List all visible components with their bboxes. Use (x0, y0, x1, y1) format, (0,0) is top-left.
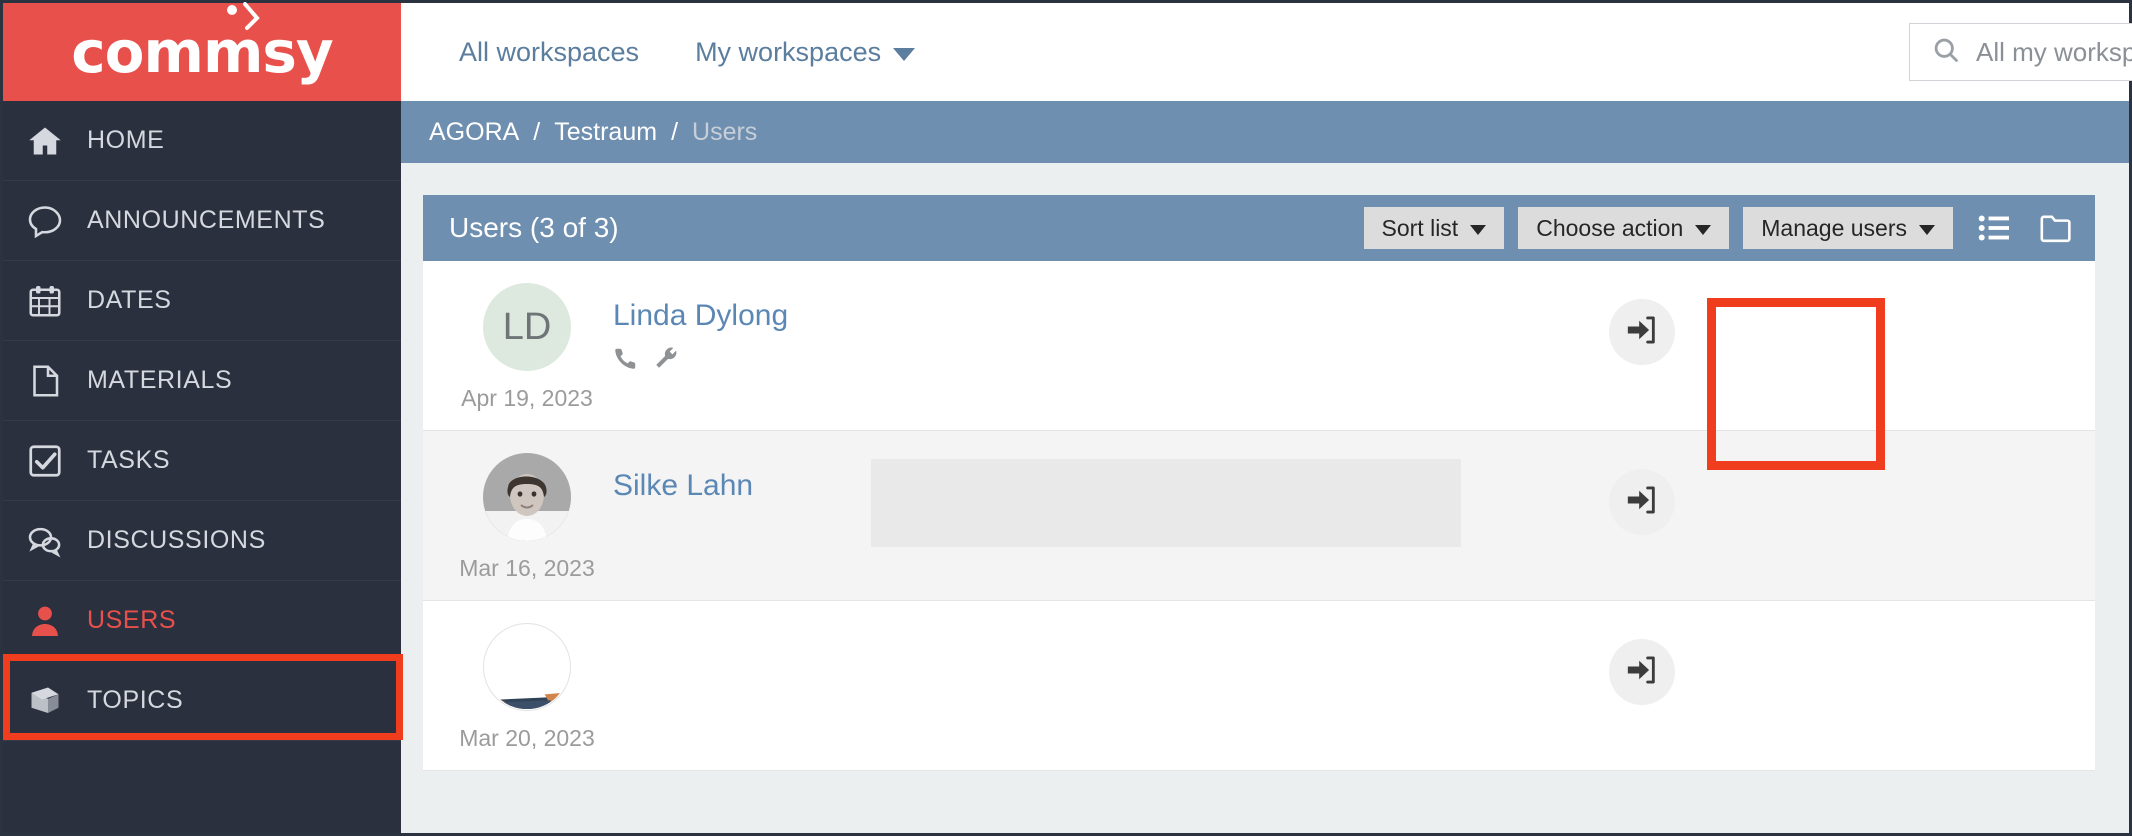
content-area: Users (3 of 3) Sort list Choose action M… (401, 163, 2129, 833)
sidebar-item-dates[interactable]: DATES (3, 261, 401, 341)
nav-my-workspaces-label: My workspaces (695, 36, 882, 67)
search-input[interactable]: All my workspaces (1909, 23, 2132, 81)
enter-room-button[interactable] (1609, 299, 1675, 365)
top-navbar: All workspaces My workspaces All my work… (401, 3, 2132, 101)
chevron-down-icon (893, 47, 916, 61)
brand-header[interactable]: commsy (3, 2, 401, 101)
user-name-link[interactable]: Linda Dylong (613, 299, 788, 333)
sidebar-item-label: HOME (87, 126, 165, 154)
search-icon (1932, 36, 1960, 69)
discussions-icon (25, 521, 65, 561)
user-action-cell (1535, 623, 2095, 705)
calendar-icon (25, 281, 65, 321)
sidebar-item-home[interactable]: HOME (3, 101, 401, 181)
sidebar-item-topics[interactable]: TOPICS (3, 661, 401, 741)
logo-text: commsy (71, 18, 333, 86)
user-contact-icons (613, 345, 1535, 376)
avatar[interactable] (483, 623, 571, 711)
sidebar: commsy HOME ANNOUNCEMENTS DATES MATERIAL… (3, 2, 401, 833)
sidebar-item-announcements[interactable]: ANNOUNCEMENTS (3, 181, 401, 261)
enter-room-button[interactable] (1609, 639, 1675, 705)
speech-bubble-icon (25, 201, 65, 241)
sort-list-button[interactable]: Sort list (1363, 207, 1505, 249)
home-icon (25, 121, 65, 161)
sidebar-item-label: MATERIALS (87, 366, 233, 394)
manage-users-button[interactable]: Manage users (1743, 207, 1953, 249)
breadcrumb-item-users: Users (692, 117, 758, 146)
sidebar-item-users[interactable]: USERS (3, 581, 401, 661)
user-name-link[interactable]: Silke Lahn (613, 469, 753, 503)
user-avatar-cell: Mar 16, 2023 (423, 453, 613, 582)
book-icon (25, 681, 65, 721)
breadcrumb-item-agora[interactable]: AGORA (429, 118, 519, 147)
sidebar-item-label: ANNOUNCEMENTS (87, 206, 326, 234)
sidebar-nav: HOME ANNOUNCEMENTS DATES MATERIALS TASKS… (3, 101, 401, 833)
table-row[interactable]: Mar 20, 2023 (423, 601, 2095, 771)
avatar[interactable] (483, 453, 571, 541)
sidebar-item-tasks[interactable]: TASKS (3, 421, 401, 501)
sidebar-item-label: USERS (87, 606, 177, 634)
breadcrumb-separator: / (533, 117, 541, 146)
breadcrumb-item-testraum[interactable]: Testraum (554, 118, 657, 147)
users-panel-header: Users (3 of 3) Sort list Choose action M… (423, 195, 2095, 261)
user-action-cell (1535, 283, 2095, 365)
phone-icon (613, 345, 639, 376)
sign-in-icon (1625, 313, 1659, 352)
sign-in-icon (1625, 653, 1659, 692)
chevron-down-icon (1695, 224, 1712, 235)
commsy-app-window: commsy HOME ANNOUNCEMENTS DATES MATERIAL… (0, 0, 2132, 836)
user-info-cell (613, 623, 1535, 657)
search-placeholder: All my workspaces (1976, 36, 2132, 67)
user-info-cell: Linda Dylong (613, 283, 1535, 376)
manage-users-label: Manage users (1761, 214, 1907, 241)
user-date: Apr 19, 2023 (461, 385, 593, 411)
sidebar-item-label: TASKS (87, 446, 171, 474)
breadcrumb-separator: / (671, 117, 679, 146)
page-title: Users (3 of 3) (449, 212, 619, 243)
avatar[interactable]: LD (483, 283, 571, 371)
main-area: All workspaces My workspaces All my work… (401, 3, 2132, 833)
chevron-down-icon (1919, 224, 1935, 235)
sidebar-item-label: DATES (87, 286, 172, 314)
users-panel: Users (3 of 3) Sort list Choose action M… (423, 195, 2095, 771)
user-info-cell: Silke Lahn (613, 453, 1535, 547)
user-action-cell (1535, 453, 2095, 535)
sidebar-item-label: DISCUSSIONS (87, 526, 266, 554)
chevron-down-icon (1470, 224, 1487, 235)
document-icon (25, 361, 65, 401)
user-icon (25, 601, 65, 641)
user-date: Mar 16, 2023 (459, 555, 595, 581)
redacted-block (871, 459, 1461, 547)
sign-in-icon (1625, 483, 1659, 522)
choose-action-button[interactable]: Choose action (1518, 207, 1730, 249)
nav-all-workspaces[interactable]: All workspaces (431, 37, 667, 68)
sidebar-item-label: TOPICS (87, 686, 184, 714)
commsy-logo: commsy (71, 2, 334, 81)
breadcrumb: AGORA / Testraum / Users (401, 101, 2129, 163)
nav-all-workspaces-label: All workspaces (459, 36, 640, 67)
avatar-initials: LD (502, 305, 552, 348)
sort-list-label: Sort list (1381, 214, 1459, 241)
table-row[interactable]: LD Apr 19, 2023 Linda Dylong (423, 261, 2095, 431)
list-view-icon[interactable] (1973, 207, 2015, 249)
nav-my-workspaces[interactable]: My workspaces (667, 37, 943, 68)
user-date: Mar 20, 2023 (459, 725, 595, 751)
choose-action-label: Choose action (1536, 214, 1684, 241)
table-row[interactable]: Mar 16, 2023 Silke Lahn (423, 431, 2095, 601)
enter-room-button[interactable] (1609, 469, 1675, 535)
sidebar-item-discussions[interactable]: DISCUSSIONS (3, 501, 401, 581)
checkbox-icon (25, 441, 65, 481)
user-avatar-cell: Mar 20, 2023 (423, 623, 613, 752)
user-avatar-cell: LD Apr 19, 2023 (423, 283, 613, 412)
sidebar-item-materials[interactable]: MATERIALS (3, 341, 401, 421)
wrench-icon (653, 345, 679, 376)
logo-figure-icon (223, 0, 263, 41)
folder-view-icon[interactable] (2035, 207, 2077, 249)
